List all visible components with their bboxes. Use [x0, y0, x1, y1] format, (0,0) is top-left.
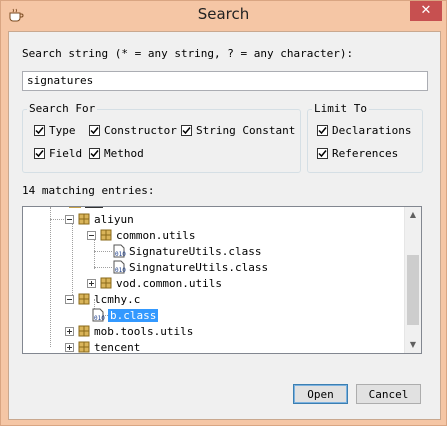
package-icon	[78, 293, 90, 305]
tree-node-common-utils[interactable]: common.utils	[87, 227, 195, 243]
svg-text:010: 010	[115, 267, 126, 274]
tree-node-vod-common-utils[interactable]: vod.common.utils	[87, 275, 222, 291]
svg-text:010: 010	[115, 251, 126, 258]
tree-node-label: vod.common.utils	[116, 276, 222, 290]
checkbox-box	[34, 125, 45, 136]
title-bar[interactable]: Search ✕	[1, 1, 446, 31]
field-checkbox[interactable]: Field	[34, 147, 82, 160]
cancel-button[interactable]: Cancel	[356, 384, 421, 404]
declarations-checkbox[interactable]: Declarations	[317, 124, 411, 137]
package-icon	[100, 277, 112, 289]
tree-node-label: common.utils	[116, 228, 196, 242]
tree-node-label: tencent	[94, 340, 141, 354]
tree-node-mob-tools-utils[interactable]: mob.tools.utils	[65, 323, 193, 339]
tree-guide-line	[50, 207, 51, 347]
tree-node-b-class[interactable]: 010 b.class	[91, 307, 159, 323]
collapse-toggle[interactable]	[87, 230, 96, 240]
type-label: Type	[49, 124, 76, 137]
tree-guide-line	[94, 267, 112, 268]
tree-guide-line	[94, 251, 112, 252]
class-file-icon: 010	[113, 260, 126, 274]
package-icon	[100, 229, 112, 241]
scroll-up-arrow-icon[interactable]: ▲	[405, 207, 421, 223]
constructor-checkbox[interactable]: Constructor	[89, 124, 177, 137]
tree-guide-line	[72, 219, 73, 301]
tree-node-signatureutils[interactable]: 010 SignatureUtils.class	[112, 243, 261, 259]
scroll-down-arrow-icon[interactable]: ▼	[405, 337, 421, 353]
open-button[interactable]: Open	[293, 384, 348, 404]
scrollbar-thumb[interactable]	[407, 255, 419, 325]
checkbox-box	[34, 148, 45, 159]
tree-node-aliyun[interactable]: aliyun	[65, 211, 134, 227]
expand-toggle[interactable]	[65, 342, 74, 352]
search-input[interactable]: signatures	[22, 71, 428, 91]
checkbox-box	[181, 125, 192, 136]
tree-node-label: SignatureUtils.class	[129, 244, 262, 258]
expand-toggle[interactable]	[87, 278, 96, 288]
checkbox-box	[89, 148, 100, 159]
package-icon	[78, 341, 90, 353]
type-checkbox[interactable]: Type	[34, 124, 76, 137]
tree-node-label: mob.tools.utils	[94, 324, 194, 338]
constructor-label: Constructor	[104, 124, 177, 137]
declarations-label: Declarations	[332, 124, 412, 137]
method-checkbox[interactable]: Method	[89, 147, 144, 160]
results-tree[interactable]: aliyun common.utils 010 SignatureUtils.c…	[22, 206, 422, 354]
clipped-top-row	[67, 207, 107, 208]
checkbox-box	[317, 125, 328, 136]
tree-node-label: SingnatureUtils.class	[129, 260, 269, 274]
field-label: Field	[49, 147, 83, 160]
expand-toggle[interactable]	[65, 326, 74, 336]
checkbox-box	[317, 148, 328, 159]
limit-to-title: Limit To	[312, 102, 369, 115]
svg-text:010: 010	[94, 315, 105, 322]
tree-node-singnatureutils[interactable]: 010 SingnatureUtils.class	[112, 259, 268, 275]
search-for-group: Search For Type Constructor String Const…	[22, 102, 301, 173]
dialog-body: Search string (* = any string, ? = any c…	[8, 31, 441, 420]
window-title: Search	[197, 5, 250, 23]
class-file-icon: 010	[113, 244, 126, 258]
limit-to-group: Limit To Declarations References	[307, 102, 423, 173]
search-for-title: Search For	[27, 102, 98, 115]
string-constant-checkbox[interactable]: String Constant	[181, 124, 295, 137]
method-label: Method	[104, 147, 144, 160]
tree-node-tencent[interactable]: tencent	[65, 339, 141, 354]
search-string-label: Search string (* = any string, ? = any c…	[22, 47, 354, 60]
vertical-scrollbar[interactable]: ▲ ▼	[404, 207, 421, 353]
package-icon	[78, 325, 90, 337]
tree-node-label: lcmhy.c	[94, 292, 141, 306]
references-label: References	[332, 147, 399, 160]
tree-node-lcmhy-c[interactable]: lcmhy.c	[65, 291, 140, 307]
matching-count-label: 14 matching entries:	[22, 184, 155, 197]
tree-node-label-selected: b.class	[108, 308, 159, 322]
references-checkbox[interactable]: References	[317, 147, 398, 160]
collapse-toggle[interactable]	[65, 294, 74, 304]
class-file-icon: 010	[92, 308, 105, 322]
string-constant-label: String Constant	[196, 124, 296, 137]
checkbox-box	[89, 125, 100, 136]
tree-node-label: aliyun	[94, 212, 134, 226]
package-icon	[78, 213, 90, 225]
search-dialog: Search ✕ Search string (* = any string, …	[0, 0, 447, 426]
close-button[interactable]: ✕	[410, 1, 442, 21]
collapse-toggle[interactable]	[65, 214, 74, 224]
